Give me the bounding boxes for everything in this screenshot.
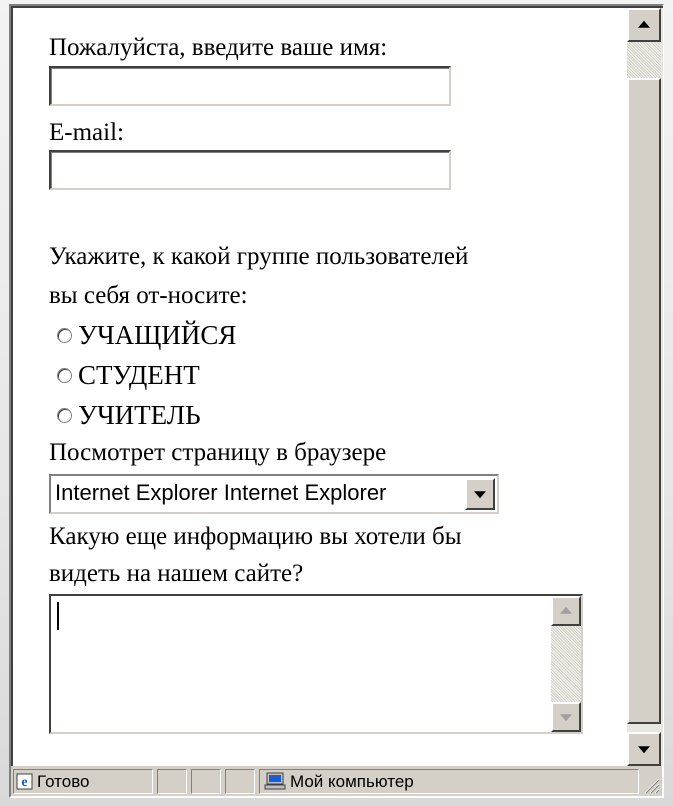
- radio-button[interactable]: [57, 407, 72, 423]
- resize-grip-icon[interactable]: [642, 776, 660, 794]
- browser-select-value: Internet Explorer Internet Explorer: [55, 480, 387, 505]
- textarea-scroll-up-button[interactable]: [551, 596, 581, 626]
- radio-button[interactable]: [57, 327, 72, 343]
- dropdown-button[interactable]: [465, 478, 495, 510]
- info-question-line1: Какую еще информацию вы хотели бы: [49, 523, 462, 550]
- group-question-line2: вы себя от-носите:: [49, 282, 248, 309]
- radio-label: УЧИТЕЛЬ: [78, 400, 201, 430]
- svg-text:e: e: [21, 775, 27, 790]
- radio-label: СТУДЕНТ: [78, 360, 200, 390]
- radio-option-teacher[interactable]: УЧИТЕЛЬ: [57, 399, 201, 431]
- chevron-down-icon: [474, 491, 486, 499]
- radio-option-student[interactable]: СТУДЕНТ: [57, 359, 200, 391]
- radio-label: УЧАЩИЙСЯ: [78, 320, 237, 350]
- info-textarea[interactable]: [49, 594, 583, 734]
- my-computer-icon: [264, 772, 286, 790]
- email-input[interactable]: [49, 150, 451, 190]
- scroll-down-button[interactable]: [627, 732, 661, 766]
- status-bar: e Готово Мой компьютер: [11, 766, 662, 796]
- name-input[interactable]: [49, 66, 451, 106]
- arrow-up-icon: [560, 606, 572, 614]
- info-question-line2: видеть на нашем сайте?: [49, 560, 304, 587]
- browser-window: Пожалуйста, введите ваше имя: E-mail: Ук…: [9, 4, 664, 798]
- radio-button[interactable]: [57, 367, 72, 383]
- scroll-up-button[interactable]: [627, 8, 661, 42]
- zone-text: Мой компьютер: [290, 772, 414, 791]
- arrow-down-icon: [560, 714, 572, 722]
- browser-select[interactable]: Internet Explorer Internet Explorer: [49, 474, 499, 514]
- browser-label: Посмотрет страницу в браузере: [49, 439, 387, 466]
- name-label: Пожалуйста, введите ваше имя:: [49, 34, 388, 61]
- textarea-scroll-down-button[interactable]: [551, 702, 581, 732]
- scrollbar-track[interactable]: [627, 42, 661, 78]
- ie-page-icon: e: [16, 773, 33, 790]
- arrow-down-icon: [638, 746, 650, 754]
- textarea-scrollbar[interactable]: [551, 596, 581, 732]
- status-panel: e Готово: [13, 769, 153, 794]
- zone-panel: Мой компьютер: [259, 769, 639, 794]
- text-caret: [57, 602, 59, 630]
- group-question-line1: Укажите, к какой группе пользователей: [49, 243, 469, 270]
- page-content: Пожалуйста, введите ваше имя: E-mail: Ук…: [11, 6, 627, 766]
- arrow-up-icon: [638, 20, 650, 28]
- radio-option-pupil[interactable]: УЧАЩИЙСЯ: [57, 319, 236, 351]
- status-panel-empty-1: [157, 769, 187, 794]
- status-panel-empty-2: [191, 769, 221, 794]
- email-label: E-mail:: [49, 119, 124, 146]
- status-panel-empty-3: [225, 769, 255, 794]
- page-scrollbar[interactable]: [627, 6, 663, 766]
- scrollbar-thumb[interactable]: [627, 78, 661, 724]
- status-text: Готово: [37, 772, 90, 791]
